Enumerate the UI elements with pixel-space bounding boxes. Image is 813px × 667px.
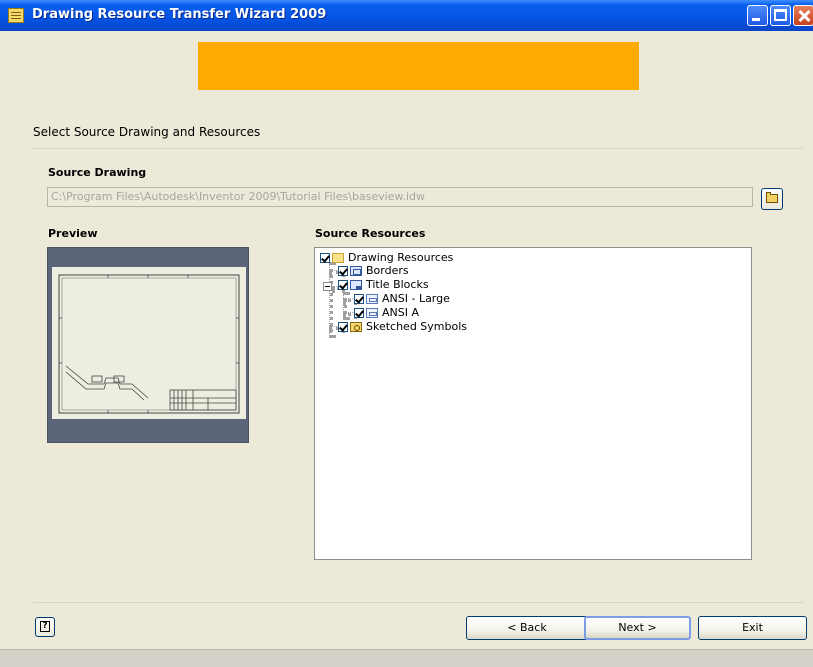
sheet-icon <box>366 308 378 318</box>
window-title: Drawing Resource Transfer Wizard 2009 <box>32 7 327 22</box>
title-bar: Drawing Resource Transfer Wizard 2009 <box>0 0 813 31</box>
title-block-icon <box>350 280 362 290</box>
collapse-toggle[interactable] <box>323 282 332 291</box>
tree-item-label: Sketched Symbols <box>366 320 468 333</box>
tree-item-label: Borders <box>366 264 409 277</box>
sheet-icon <box>366 294 378 304</box>
checkbox[interactable] <box>354 294 364 304</box>
checkbox[interactable] <box>338 322 348 332</box>
next-button[interactable]: Next > <box>584 616 691 640</box>
header-banner <box>198 42 639 90</box>
tree-item-label: ANSI - Large <box>382 292 450 305</box>
app-icon <box>8 8 24 23</box>
drawing-preview <box>47 247 249 443</box>
tree-item-label: Drawing Resources <box>348 251 454 264</box>
status-strip <box>0 649 813 667</box>
section-title: Select Source Drawing and Resources <box>33 125 261 139</box>
open-folder-icon <box>766 192 778 203</box>
source-drawing-field[interactable]: C:\Program Files\Autodesk\Inventor 2009\… <box>47 187 753 207</box>
help-icon: ? <box>40 621 50 632</box>
preview-label: Preview <box>48 227 98 240</box>
source-drawing-label: Source Drawing <box>48 166 147 179</box>
source-resources-label: Source Resources <box>315 227 426 240</box>
checkbox[interactable] <box>338 280 348 290</box>
tree-item-label: ANSI A <box>382 306 420 319</box>
help-button[interactable]: ? <box>35 617 55 637</box>
section-divider <box>33 148 803 149</box>
footer-divider <box>33 602 803 603</box>
checkbox[interactable] <box>320 253 330 263</box>
exit-button[interactable]: Exit <box>698 616 807 640</box>
tree-item-label: Title Blocks <box>366 278 429 291</box>
back-button[interactable]: < Back <box>466 616 588 640</box>
browse-button[interactable] <box>761 188 783 210</box>
minimize-button[interactable] <box>747 5 768 26</box>
source-resources-tree[interactable]: Drawing Resources Borders Title Blocks A… <box>314 247 752 560</box>
maximize-button[interactable] <box>770 5 791 26</box>
folder-icon <box>332 253 344 263</box>
border-icon <box>350 266 362 276</box>
checkbox[interactable] <box>338 266 348 276</box>
symbol-icon <box>350 322 362 332</box>
close-button[interactable] <box>793 5 813 26</box>
checkbox[interactable] <box>354 308 364 318</box>
drawing-thumbnail <box>52 267 246 419</box>
